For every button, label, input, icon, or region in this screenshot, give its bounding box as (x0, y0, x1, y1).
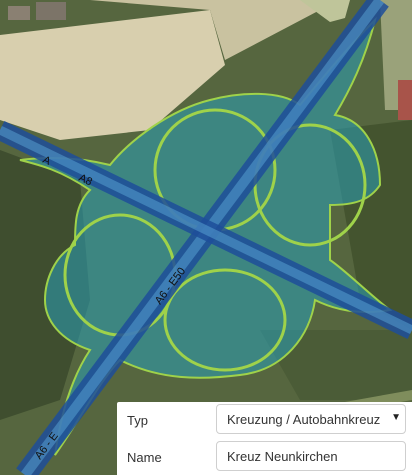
type-label: Typ (127, 413, 148, 428)
type-select-value: Kreuzung / Autobahnkreuz (227, 412, 381, 427)
type-select[interactable]: Kreuzung / Autobahnkreuz ▼ (216, 404, 406, 434)
name-label: Name (127, 450, 162, 465)
name-row: Name Kreuz Neunkirchen (117, 441, 412, 475)
building (398, 80, 412, 120)
building (36, 2, 66, 20)
name-input-value: Kreuz Neunkirchen (227, 449, 338, 464)
building (8, 6, 30, 20)
feature-form-panel: Typ Kreuzung / Autobahnkreuz ▼ Name Kreu… (117, 402, 412, 475)
name-input[interactable]: Kreuz Neunkirchen (216, 441, 406, 471)
type-row: Typ Kreuzung / Autobahnkreuz ▼ (117, 404, 412, 438)
chevron-down-icon: ▼ (391, 412, 401, 423)
